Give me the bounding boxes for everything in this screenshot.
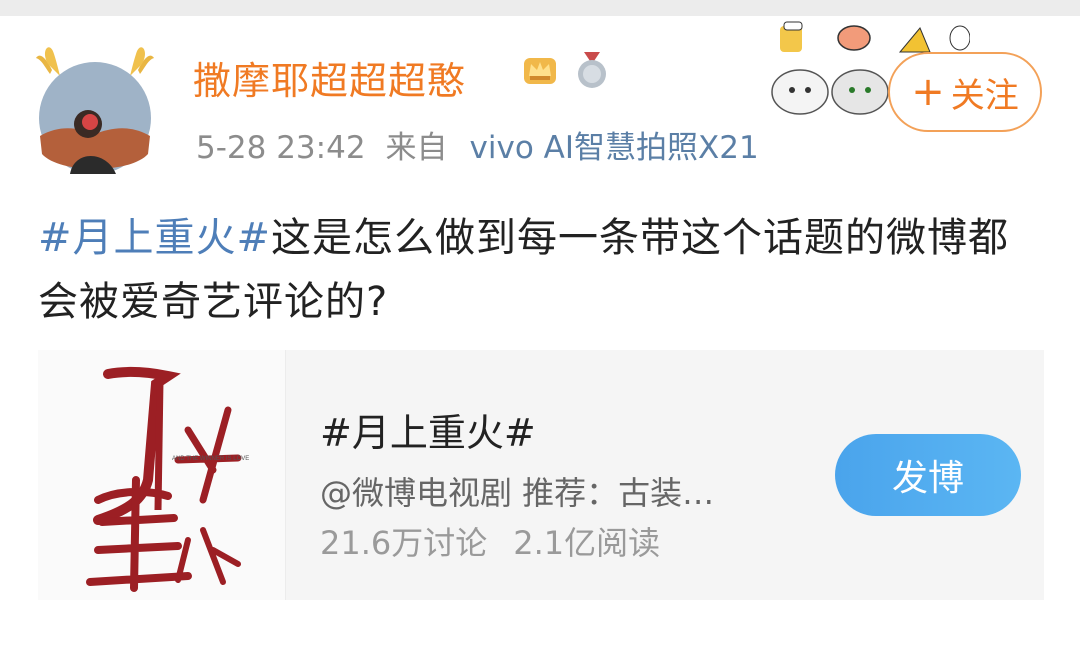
topic-card-stats: 21.6万讨论 2.1亿阅读 xyxy=(320,518,660,564)
follow-button[interactable]: + 关注 xyxy=(888,52,1042,132)
post-weibo-button[interactable]: 发博 xyxy=(835,434,1021,516)
follow-label: 关注 xyxy=(950,75,1019,116)
topic-card-subtitle: @微博电视剧 推荐：古装… xyxy=(320,474,715,512)
username[interactable]: 撒摩耶超超超憨 xyxy=(193,50,466,105)
topic-card[interactable]: AND THE WINNER IS LOVE #月上重火# @微博电视剧 推荐：… xyxy=(38,350,1044,600)
from-label: 来自 xyxy=(385,130,448,166)
avatar-deer-antlers xyxy=(36,47,154,174)
topic-card-title: #月上重火# xyxy=(320,411,536,455)
post-body: #月上重火#这是怎么做到每一条带这个话题的微博都会被爱奇艺评论的? xyxy=(38,206,1038,334)
poster-tagline: AND THE WINNER IS LOVE xyxy=(172,456,249,462)
top-gap xyxy=(0,0,1080,16)
discussion-count: 21.6万讨论 xyxy=(320,524,488,562)
plus-icon: + xyxy=(911,69,945,115)
drama-poster-art: AND THE WINNER IS LOVE xyxy=(86,366,249,592)
crown-badge-icon xyxy=(524,58,556,84)
topic-poster: AND THE WINNER IS LOVE xyxy=(38,350,286,600)
user-avatar[interactable] xyxy=(30,24,160,184)
medal-badge-icon xyxy=(578,52,606,88)
source-device[interactable]: vivo AI智慧拍照X21 xyxy=(470,130,759,166)
post-meta: 5-28 23:42 来自 vivo AI智慧拍照X21 xyxy=(196,122,759,167)
topic-link[interactable]: #月上重火# xyxy=(38,215,271,261)
timestamp: 5-28 23:42 xyxy=(196,130,366,166)
read-count: 2.1亿阅读 xyxy=(513,524,661,562)
